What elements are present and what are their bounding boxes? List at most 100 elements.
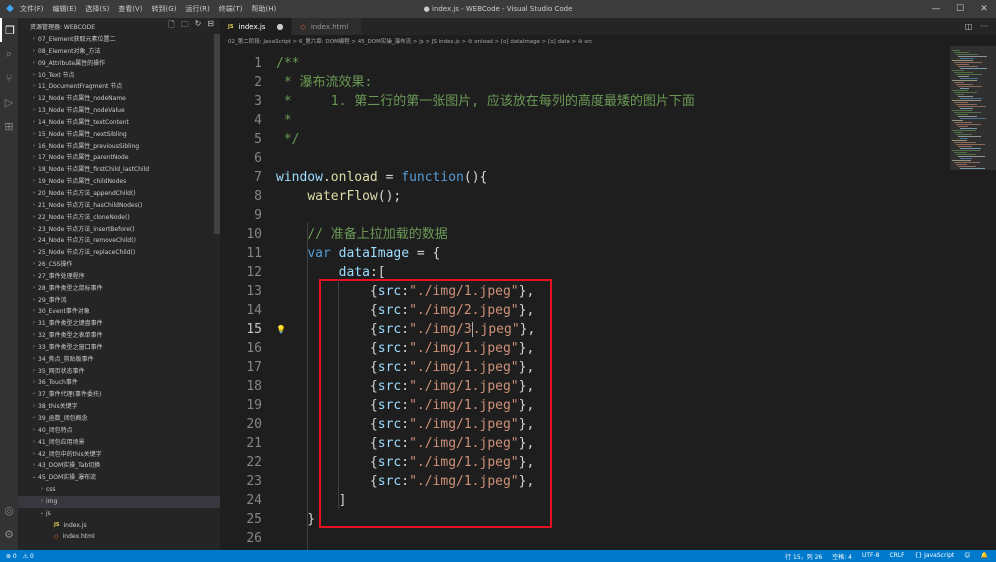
account-icon[interactable]: ◎ [0, 498, 18, 522]
tree-item[interactable]: ◇ index.html [18, 531, 220, 543]
tree-item[interactable]: › 42_闭包中的this关键字 [18, 449, 220, 461]
tree-item[interactable]: › 16_Node 节点属性_previousSibling [18, 141, 220, 153]
tree-item[interactable]: › 43_DOM实操_Tab切换 [18, 460, 220, 472]
explorer-sidebar: 资源管理器: WEBCODE 🗋 🗀 ↻ ⊟ › 07_Element获取元素位置… [18, 18, 220, 550]
tree-item[interactable]: › 37_事件代理(事件委托) [18, 389, 220, 401]
chevron-icon: › [33, 249, 35, 256]
tree-item[interactable]: › css [18, 484, 220, 496]
tree-item[interactable]: › 15_Node 节点属性_nextSibling [18, 129, 220, 141]
status-right-item[interactable]: 行 15，列 26 [785, 552, 822, 561]
code-line: 13 {src:"./img/1.jpeg"}, [220, 282, 940, 301]
chevron-icon: › [41, 486, 43, 493]
code-editor[interactable]: 1/** 2 * 瀑布流效果: 3 * 1. 第二行的第一张图片, 应该放在每列的高… [220, 46, 950, 550]
tree-item[interactable]: › 21_Node 节点方法_hasChildNodes() [18, 200, 220, 212]
tree-item[interactable]: › 38_this关键字 [18, 401, 220, 413]
menu-item[interactable]: 转到(G) [152, 4, 177, 14]
tree-item[interactable]: › 28_事件类型之鼠标事件 [18, 283, 220, 295]
minimap-line [956, 74, 982, 75]
tree-item[interactable]: › 24_Node 节点方法_removeChild() [18, 235, 220, 247]
tree-item[interactable]: ⌄ js [18, 508, 220, 520]
tab-js[interactable]: JS index.js ● [220, 18, 293, 35]
tree-item[interactable]: › 39_函数_闭包概念 [18, 413, 220, 425]
code-line: 11 var dataImage = { [220, 244, 940, 263]
chevron-icon: › [33, 320, 35, 327]
tree-item[interactable]: JS index.js [18, 520, 220, 532]
tree-item[interactable]: › 07_Element获取元素位置二 [18, 34, 220, 46]
html-file-icon: ◇ [300, 22, 306, 31]
split-editor-icon[interactable]: ◫ [965, 22, 973, 31]
tree-item[interactable]: › 25_Node 节点方法_replaceChild() [18, 247, 220, 259]
status-left-item[interactable]: ⚠ 0 [23, 553, 34, 560]
tree-item[interactable]: › img [18, 495, 220, 508]
tree-item[interactable]: › 11_DocumentFragment 节点 [18, 81, 220, 93]
minimap[interactable] [950, 46, 996, 550]
menu-item[interactable]: 查看(V) [118, 4, 142, 14]
chevron-icon: › [33, 426, 35, 433]
refresh-icon[interactable]: ↻ [195, 19, 202, 33]
code-token: }, [518, 303, 535, 318]
status-right-item[interactable]: ☺ [964, 552, 970, 561]
code-token: { [276, 284, 378, 299]
explorer-icon[interactable]: ❐ [0, 18, 18, 42]
menu-item[interactable]: 选择(S) [85, 4, 109, 14]
minimap-line [952, 50, 960, 51]
tree-item[interactable]: › 35_网页状态事件 [18, 366, 220, 378]
tree-item[interactable]: › 09_Attribute属性的操作 [18, 58, 220, 70]
minimap-line [954, 82, 964, 83]
status-right-item[interactable]: UTF-8 [862, 552, 880, 561]
menu-item[interactable]: 帮助(H) [252, 4, 277, 14]
tree-item[interactable]: › 20_Node 节点方法_appendChild() [18, 188, 220, 200]
new-file-icon[interactable]: 🗋 [168, 19, 174, 33]
minimize-icon[interactable]: — [924, 0, 948, 18]
more-actions-icon[interactable]: ··· [980, 22, 988, 31]
new-folder-icon[interactable]: 🗀 [181, 19, 189, 33]
source-control-icon[interactable]: ⑂ [0, 66, 18, 90]
tree-item[interactable]: › 36_Touch事件 [18, 377, 220, 389]
tree-item[interactable]: › 41_闭包应用场景 [18, 437, 220, 449]
tree-item[interactable]: › 31_事件类型之键盘事件 [18, 318, 220, 330]
tree-item[interactable]: › 22_Node 节点方法_cloneNode() [18, 212, 220, 224]
tree-item[interactable]: › 19_Node 节点属性_childNodes [18, 176, 220, 188]
modified-dot-icon[interactable]: ● [276, 22, 283, 31]
menu-item[interactable]: 编辑(E) [53, 4, 77, 14]
maximize-icon[interactable]: ☐ [948, 0, 972, 18]
status-right-item[interactable]: {} JavaScript [915, 552, 955, 561]
tree-item[interactable]: › 18_Node 节点属性_firstChild_lastChild [18, 164, 220, 176]
status-right-item[interactable]: CRLF [889, 552, 904, 561]
tree-item[interactable]: › 17_Node 节点属性_parentNode [18, 152, 220, 164]
tree-item[interactable]: › 14_Node 节点属性_textContent [18, 117, 220, 129]
tree-item[interactable]: › 08_Element对象_方法 [18, 46, 220, 58]
lightbulb-icon[interactable]: 💡 [276, 320, 286, 339]
run-debug-icon[interactable]: ▷ [0, 90, 18, 114]
tree-item[interactable]: › 10_Text 节点 [18, 70, 220, 82]
collapse-all-icon[interactable]: ⊟ [207, 19, 214, 33]
tree-item[interactable]: › 29_事件流 [18, 295, 220, 307]
tree-item[interactable]: › 32_事件类型之表单事件 [18, 330, 220, 342]
tree-item[interactable]: ⌄ 45_DOM实操_瀑布流 [18, 472, 220, 484]
tab-html[interactable]: ◇ index.html [292, 18, 363, 35]
close-icon[interactable]: ✕ [972, 0, 996, 18]
status-left-item[interactable]: ⊗ 0 [6, 553, 17, 560]
tree-item[interactable]: › 12_Node 节点属性_nodeName [18, 93, 220, 105]
breadcrumb[interactable]: 02_第二阶段: JavaScript > 6_第六章: DOM编程 > 45_… [220, 35, 996, 46]
code-token: = [377, 170, 402, 185]
settings-gear-icon[interactable]: ⚙ [0, 522, 18, 546]
tree-item[interactable]: › 13_Node 节点属性_nodeValue [18, 105, 220, 117]
menu-item[interactable]: 运行(R) [185, 4, 209, 14]
tree-item[interactable]: › 30_Event事件对象 [18, 306, 220, 318]
tree-item[interactable]: › 33_事件类型之窗口事件 [18, 342, 220, 354]
activity-bar: ❐ ⌕ ⑂ ▷ ⊞ ◎ ⚙ [0, 18, 18, 550]
code-token: /** [276, 56, 300, 71]
minimap-line [958, 116, 977, 117]
tree-item[interactable]: › 26_CSS操作 [18, 259, 220, 271]
tree-item[interactable]: › 27_事件处理程序 [18, 271, 220, 283]
search-icon[interactable]: ⌕ [0, 42, 18, 66]
menu-item[interactable]: 终端(T) [219, 4, 243, 14]
menu-item[interactable]: 文件(F) [20, 4, 44, 14]
tree-item[interactable]: › 40_闭包特点 [18, 425, 220, 437]
extensions-icon[interactable]: ⊞ [0, 114, 18, 138]
status-right-item[interactable]: 空格: 4 [832, 552, 852, 561]
tree-item[interactable]: › 34_焦点_剪贴板事件 [18, 354, 220, 366]
status-right-item[interactable]: 🔔 [981, 552, 988, 561]
tree-item[interactable]: › 23_Node 节点方法_insertBefore() [18, 224, 220, 236]
